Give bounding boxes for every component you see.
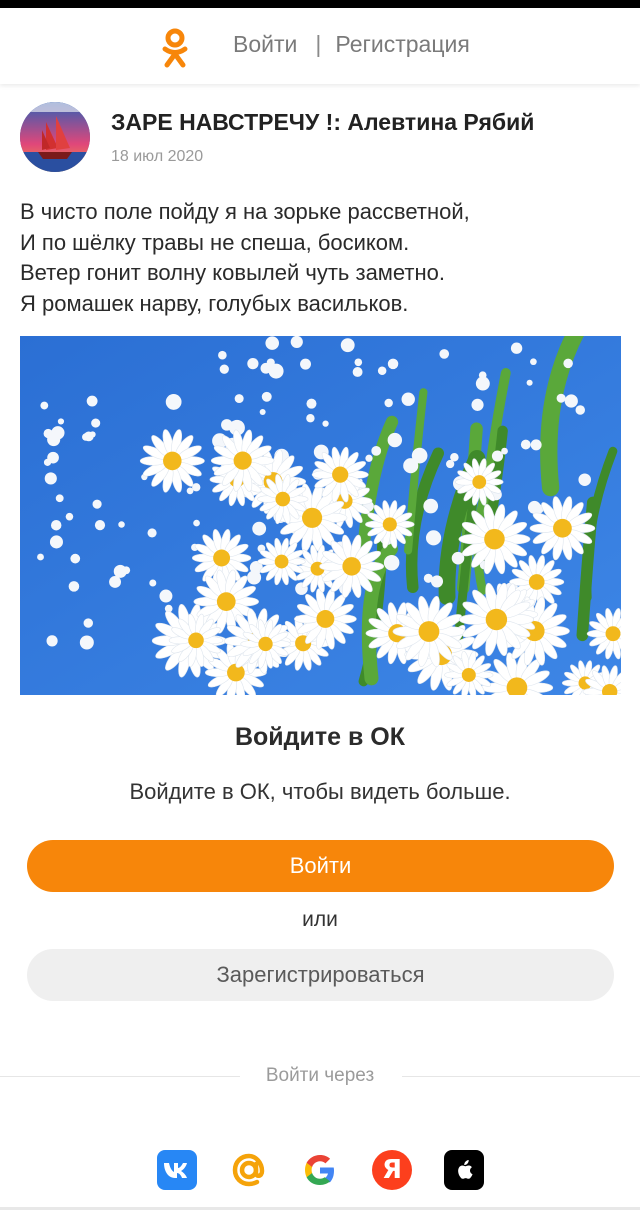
daisies-image	[20, 336, 621, 696]
nav-separator: |	[315, 31, 322, 57]
header-login-link[interactable]: Войти	[233, 31, 297, 58]
divider-right	[402, 1076, 640, 1077]
author-avatar[interactable]	[20, 102, 90, 172]
apple-icon[interactable]	[444, 1150, 484, 1190]
top-header: Войти | Регистрация	[0, 8, 640, 84]
mail-ru-icon[interactable]	[229, 1150, 269, 1190]
yandex-icon[interactable]: Я	[372, 1150, 412, 1190]
header-register-link[interactable]: Регистрация	[335, 31, 469, 58]
login-sheet: Войдите в ОК Войдите в ОК, чтобы видеть …	[0, 695, 640, 1212]
post-line: В чисто поле пойду я на зорьке рассветно…	[20, 199, 470, 224]
status-bar	[0, 0, 640, 8]
ship-avatar-image	[20, 102, 90, 172]
ok-logo-icon[interactable]	[160, 28, 190, 68]
register-button[interactable]: Зарегистрироваться	[27, 949, 614, 1001]
post-author-name[interactable]: ЗАРЕ НАВСТРЕЧУ !: Алевтина Рябий	[111, 109, 534, 136]
post-text: В чисто поле пойду я на зорьке рассветно…	[20, 197, 620, 319]
header-nav: Войти | Регистрация	[233, 31, 470, 58]
login-button[interactable]: Войти	[27, 840, 614, 892]
google-icon[interactable]	[300, 1150, 340, 1190]
post-line: Ветер гонит волну ковылей чуть заметно.	[20, 260, 446, 285]
post-date: 18 июл 2020	[111, 148, 204, 165]
post-line: Я ромашек нарву, голубых васильков.	[20, 290, 409, 316]
post-line: И по шёлку травы не спеша, босиком.	[20, 229, 410, 255]
home-indicator-bar	[0, 1207, 640, 1210]
sheet-title: Войдите в ОК	[234, 723, 406, 751]
or-label: или	[302, 908, 338, 931]
sheet-subtitle: Войдите в ОК, чтобы видеть больше.	[129, 779, 511, 804]
post-photo[interactable]	[20, 336, 621, 696]
vk-icon[interactable]	[157, 1150, 197, 1190]
